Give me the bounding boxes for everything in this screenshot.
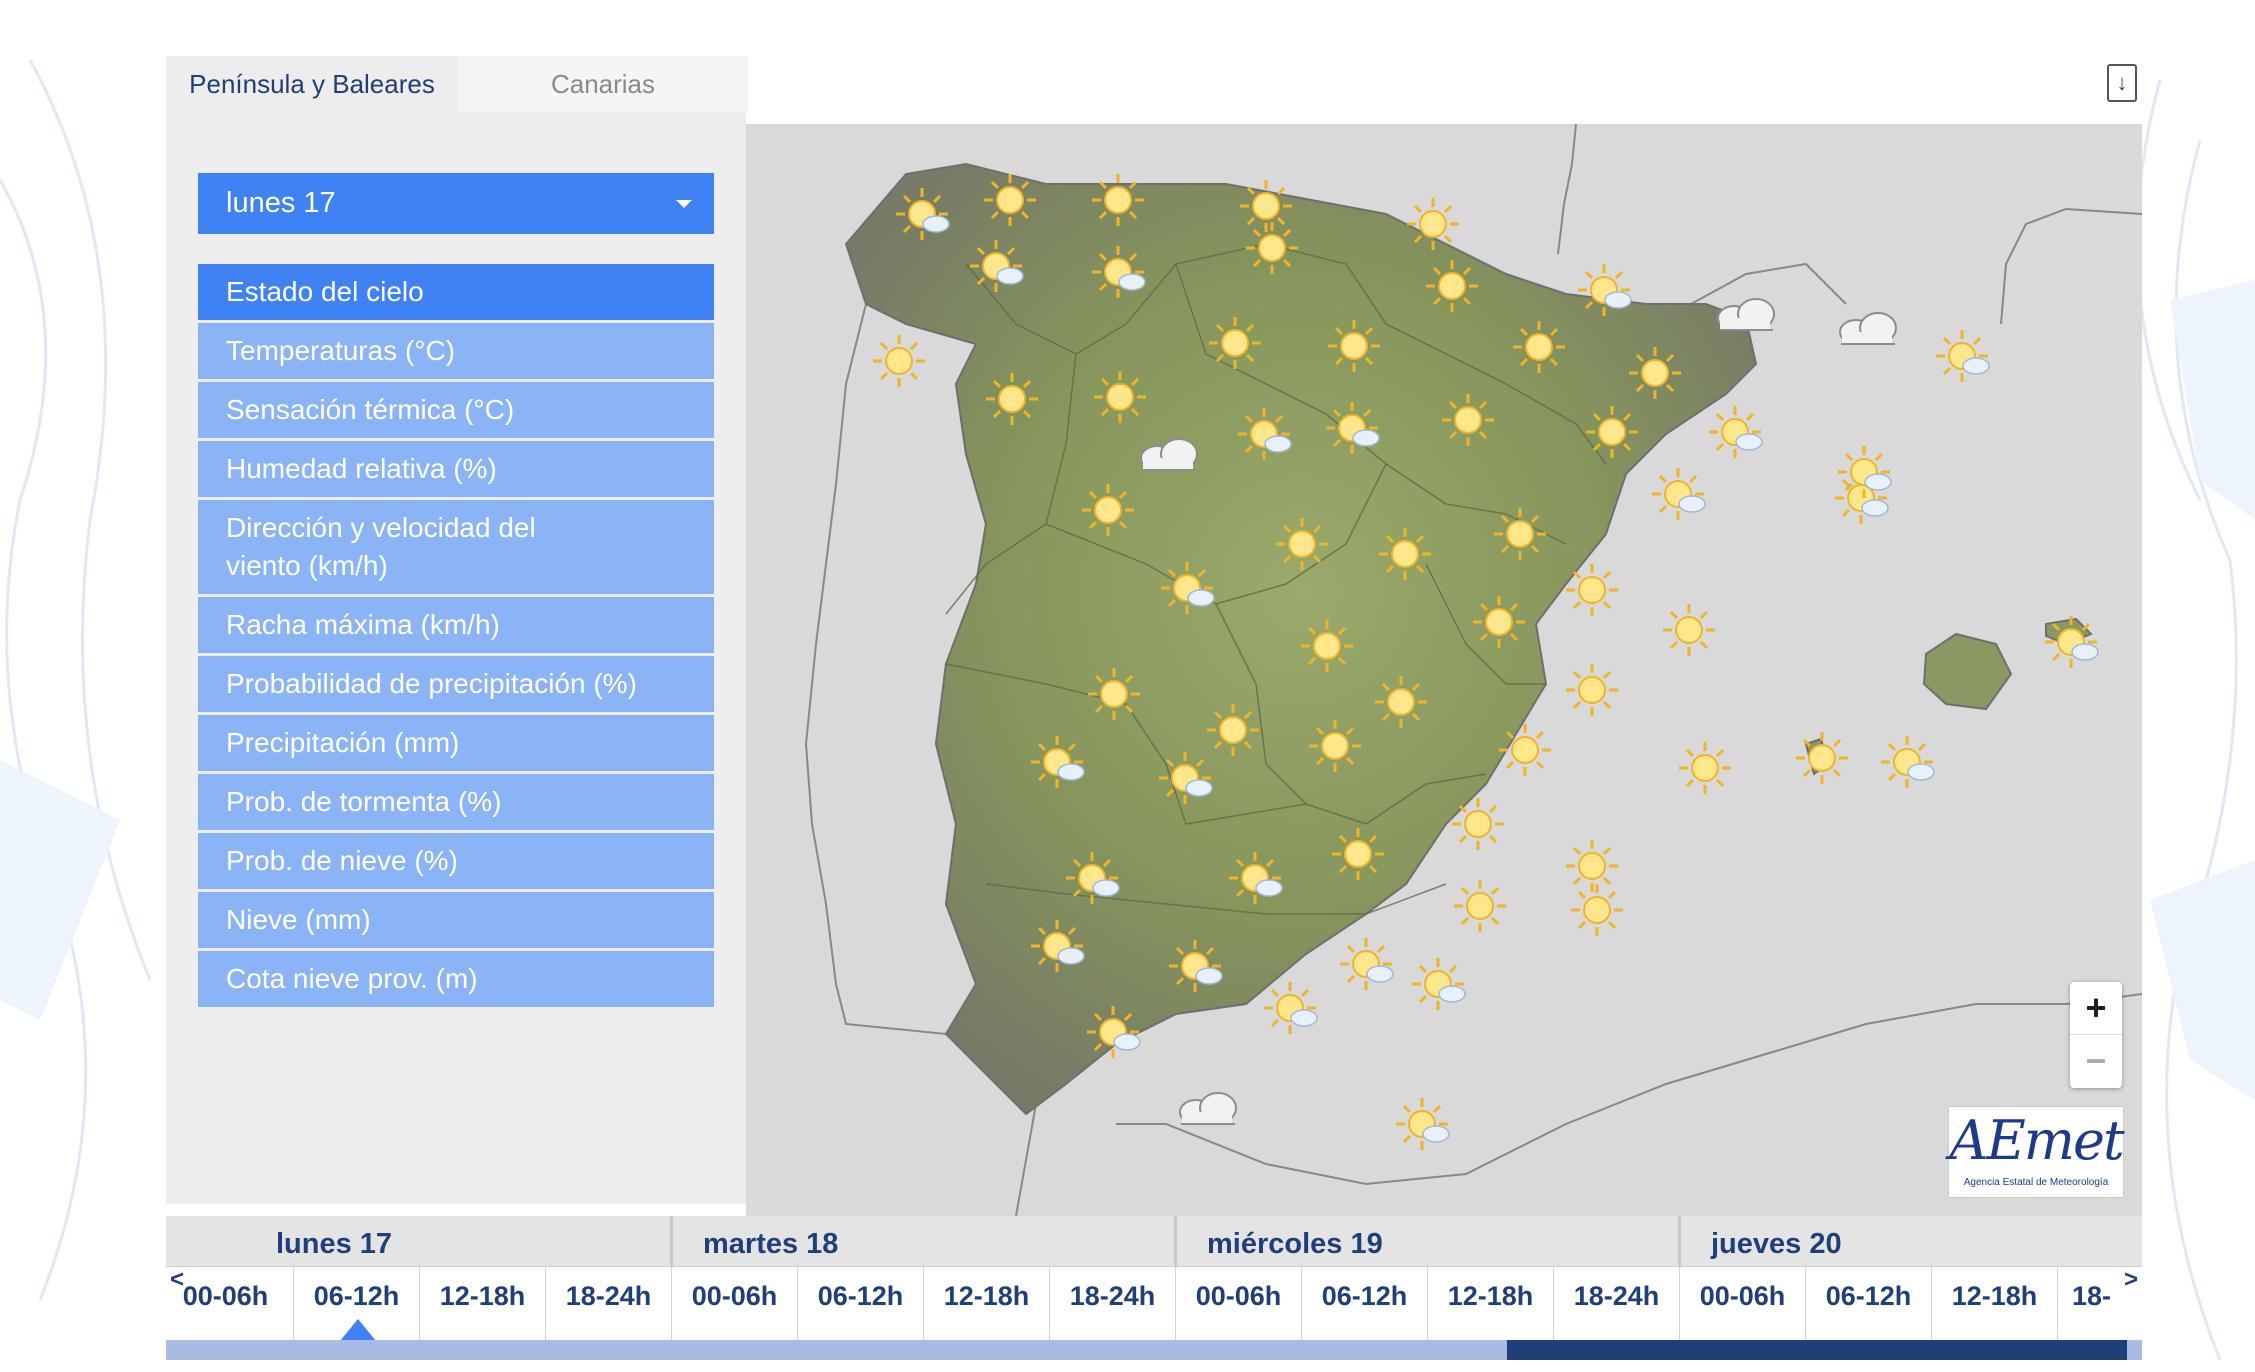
menu-item-estado-cielo[interactable]: Estado del cielo: [198, 264, 714, 323]
time-slot[interactable]: 12-18h: [420, 1267, 546, 1341]
time-slot[interactable]: 12-18h: [924, 1267, 1050, 1341]
timeline-scrollbar-thumb[interactable]: [1507, 1340, 2127, 1360]
timeline-day: jueves 20: [1678, 1216, 2142, 1266]
day-select[interactable]: lunes 17: [198, 173, 714, 234]
logo-subtitle: Agencia Estatal de Meteorología: [1963, 1177, 2109, 1188]
zoom-control: + −: [2070, 982, 2122, 1088]
timeline-slots: 00-06h 06-12h 12-18h 18-24h 00-06h 06-12…: [166, 1266, 2142, 1341]
download-icon[interactable]: ↓: [2107, 64, 2137, 102]
selected-slot-marker-icon: [340, 1319, 376, 1341]
sun-cloud-icon: [1396, 1098, 1449, 1150]
map-svg: [804, 124, 2142, 1216]
time-slot[interactable]: 12-18h: [1428, 1267, 1554, 1341]
timeline-day: lunes 17: [276, 1228, 393, 1260]
time-slot[interactable]: 06-12h: [1806, 1267, 1932, 1341]
zoom-in-button[interactable]: +: [2070, 982, 2122, 1035]
time-slot[interactable]: 00-06h: [1680, 1267, 1806, 1341]
time-slot[interactable]: 12-18h: [1932, 1267, 2058, 1341]
menu-item-prob-nieve[interactable]: Prob. de nieve (%): [198, 833, 714, 892]
chevron-down-icon: [676, 200, 692, 208]
timeline-day: miércoles 19: [1174, 1216, 1678, 1266]
menu-item-nieve[interactable]: Nieve (mm): [198, 892, 714, 951]
menu-item-racha[interactable]: Racha máxima (km/h): [198, 597, 714, 656]
weather-map[interactable]: [746, 124, 2142, 1216]
sun-cloud-icon: [1936, 330, 1989, 382]
time-slot[interactable]: 18-24h: [1554, 1267, 1680, 1341]
cloud-icon: [1839, 312, 1897, 345]
sun-icon: [1564, 838, 1620, 894]
sun-icon: [1661, 602, 1717, 658]
day-select-value: lunes 17: [226, 187, 336, 219]
timeline-day: martes 18: [670, 1216, 1174, 1266]
time-slot[interactable]: 00-06h: [672, 1267, 798, 1341]
sun-cloud-icon: [1709, 406, 1762, 458]
menu-item-temperaturas[interactable]: Temperaturas (°C): [198, 323, 714, 382]
menu-item-humedad[interactable]: Humedad relativa (%): [198, 441, 714, 500]
menu-item-precipitacion[interactable]: Precipitación (mm): [198, 715, 714, 774]
sun-icon: [871, 333, 927, 389]
time-slot[interactable]: 18-24h: [1050, 1267, 1176, 1341]
menu-item-prob-precipitacion[interactable]: Probabilidad de precipitación (%): [198, 656, 714, 715]
tab-canarias[interactable]: Canarias: [458, 56, 748, 112]
sidebar: lunes 17 Estado del cielo Temperaturas (…: [166, 112, 746, 1204]
sun-icon: [1794, 730, 1850, 786]
timeline-days: lunes 17 martes 18 miércoles 19 jueves 2…: [166, 1216, 2142, 1266]
menu-item-cota-nieve[interactable]: Cota nieve prov. (m): [198, 951, 714, 1010]
sun-cloud-icon: [1838, 446, 1891, 498]
menu-item-prob-tormenta[interactable]: Prob. de tormenta (%): [198, 774, 714, 833]
sun-icon: [1564, 662, 1620, 718]
sun-cloud-icon: [1412, 958, 1465, 1010]
sun-cloud-icon: [1652, 468, 1705, 520]
time-slot[interactable]: 00-06h: [1176, 1267, 1302, 1341]
timeline-prev-arrow[interactable]: <: [170, 1266, 184, 1294]
timeline: lunes 17 martes 18 miércoles 19 jueves 2…: [166, 1216, 2142, 1360]
cloud-icon: [1717, 298, 1775, 331]
tab-peninsula-baleares[interactable]: Península y Baleares: [166, 56, 458, 112]
time-slot[interactable]: 06-12h: [1302, 1267, 1428, 1341]
sun-icon: [1677, 740, 1733, 796]
variable-menu: Estado del cielo Temperaturas (°C) Sensa…: [198, 264, 714, 1010]
time-slot[interactable]: 06-12h: [798, 1267, 924, 1341]
timeline-next-arrow[interactable]: >: [2124, 1266, 2138, 1294]
menu-item-viento[interactable]: Dirección y velocidad del viento (km/h): [198, 500, 714, 597]
sun-cloud-icon: [1264, 982, 1317, 1034]
logo-wordmark: AEmet: [1949, 1109, 2124, 1172]
sun-icon: [1569, 882, 1625, 938]
sun-cloud-icon: [1881, 736, 1934, 788]
sun-icon: [1452, 878, 1508, 934]
zoom-out-button[interactable]: −: [2070, 1035, 2122, 1087]
menu-item-sensacion-termica[interactable]: Sensación térmica (°C): [198, 382, 714, 441]
region-tabs: Península y Baleares Canarias: [166, 56, 748, 112]
cloud-icon: [1179, 1092, 1237, 1125]
sun-cloud-icon: [1340, 938, 1393, 990]
aemet-logo: AEmet Agencia Estatal de Meteorología: [1948, 1106, 2125, 1198]
timeline-scrollbar[interactable]: [166, 1340, 2142, 1360]
time-slot[interactable]: 18-24h: [546, 1267, 672, 1341]
